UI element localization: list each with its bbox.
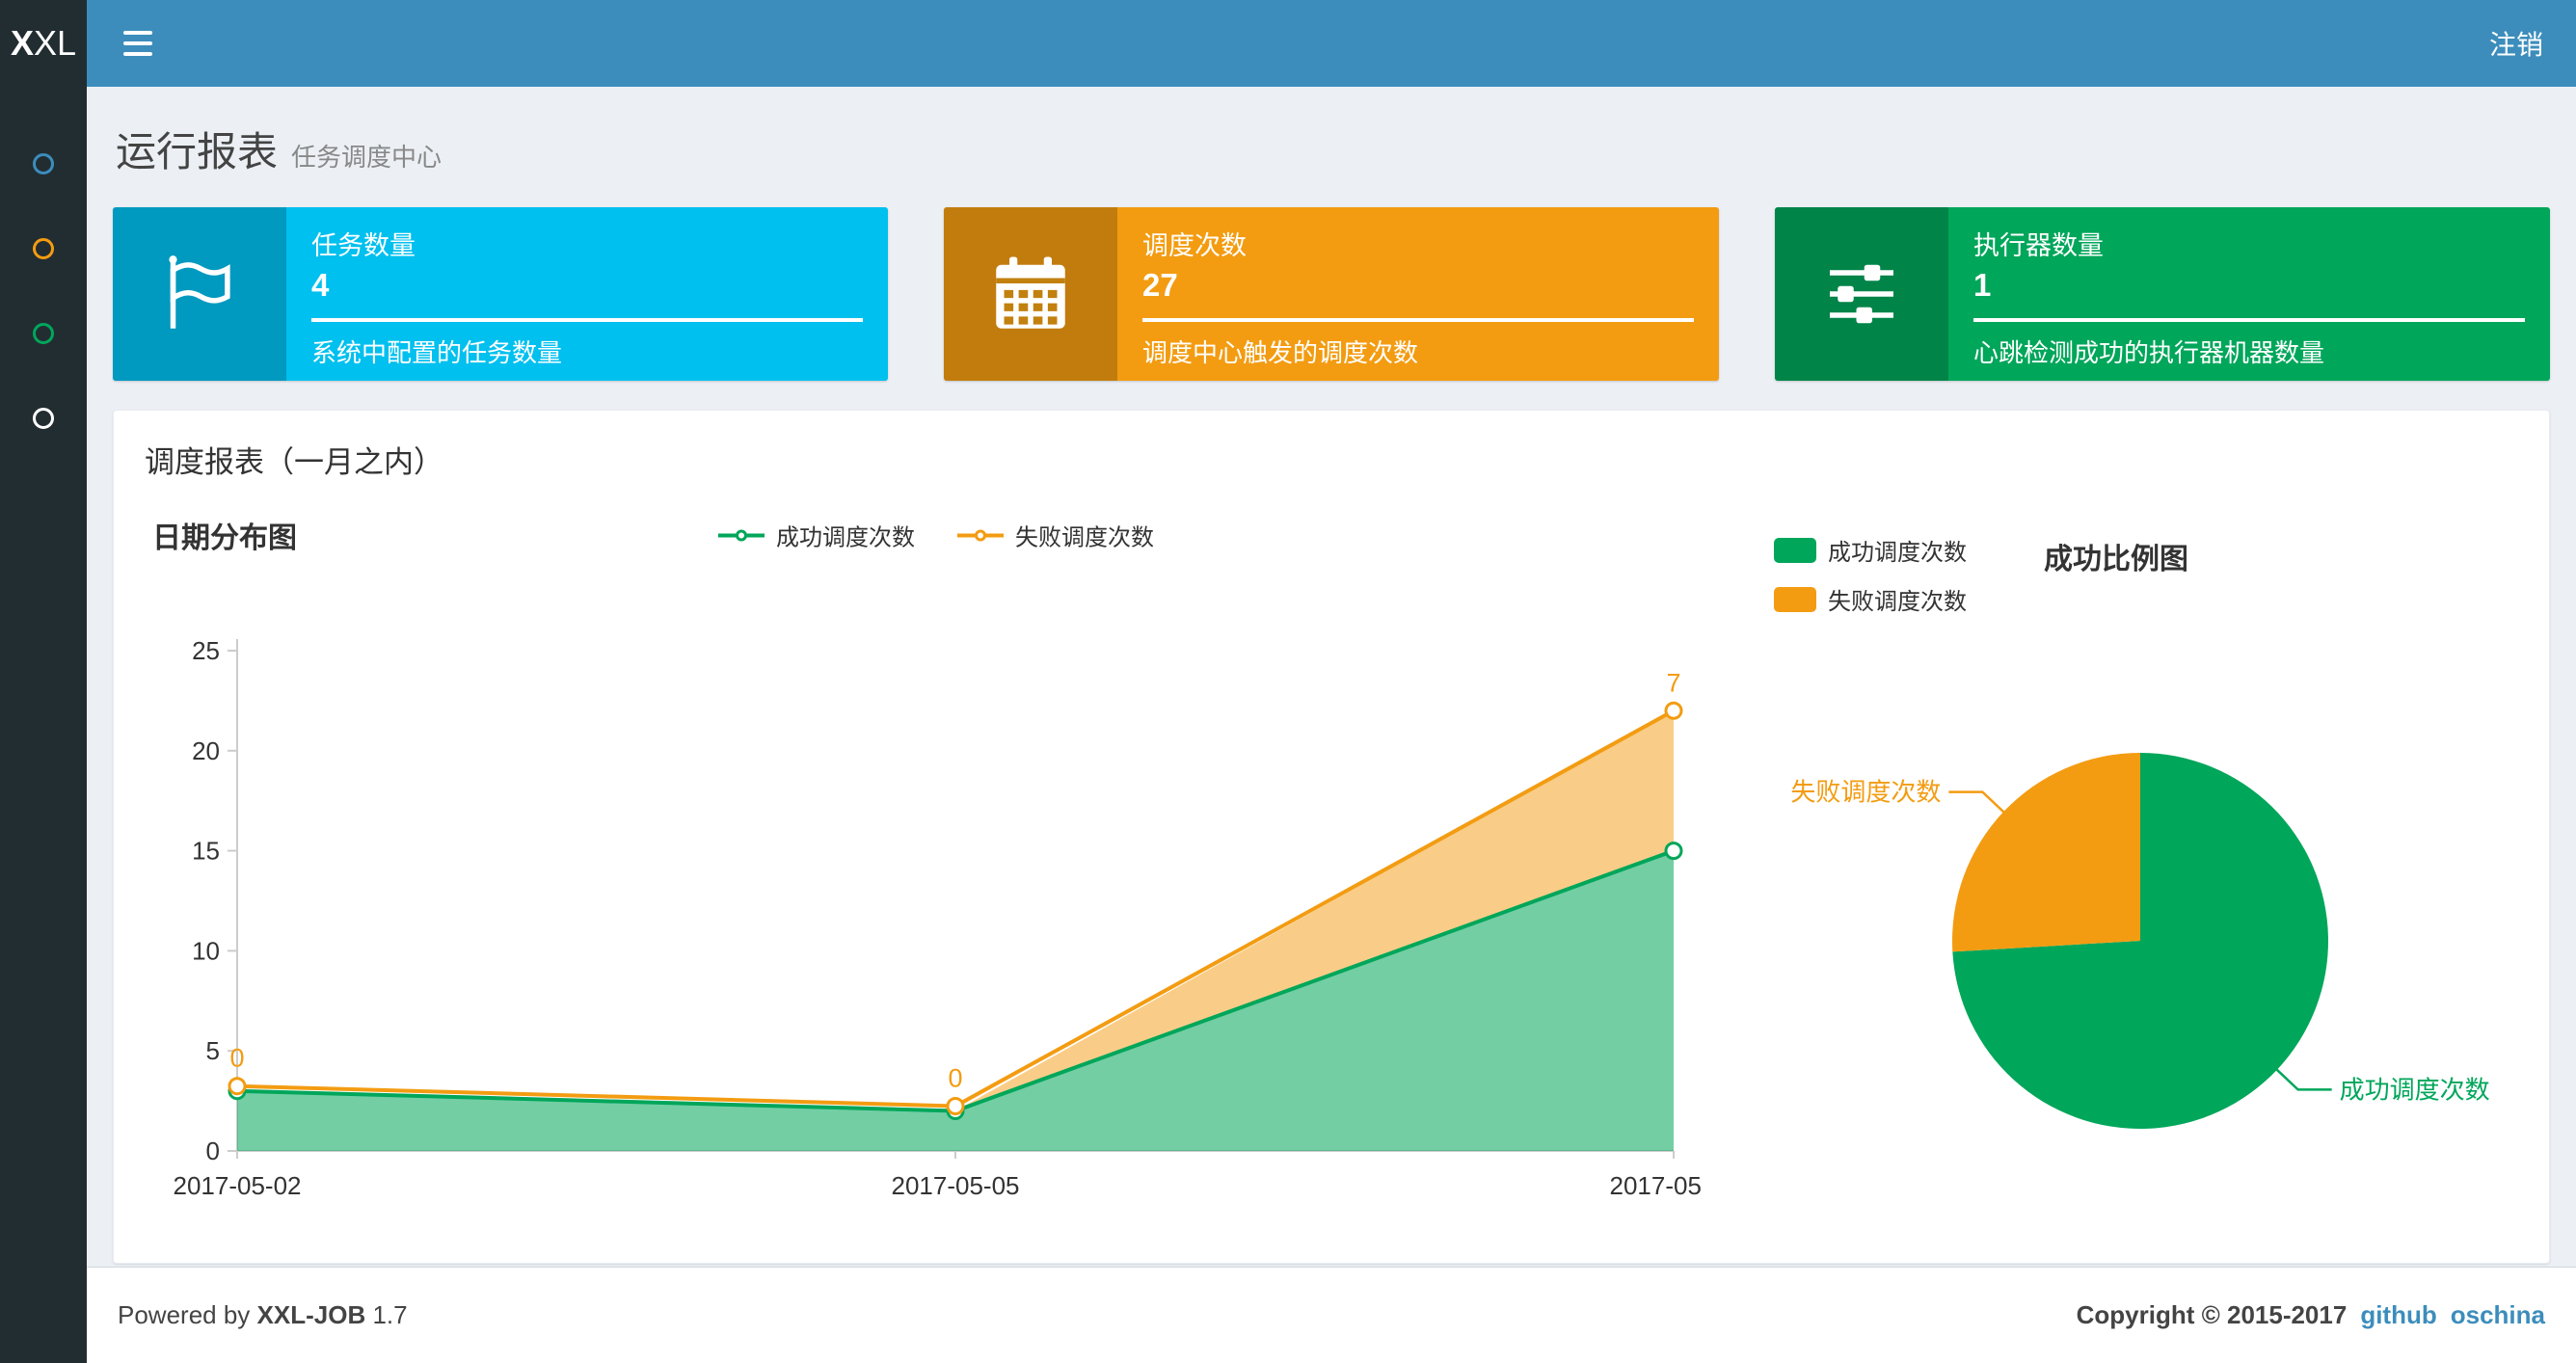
svg-text:2017-05-02: 2017-05-02	[174, 1171, 302, 1200]
info-box-content: 调度次数 27 调度中心触发的调度次数	[1117, 207, 1719, 381]
calendar-icon	[944, 207, 1117, 381]
date-distribution-chart: 05101520252017-05-022017-05-052017-05-08…	[174, 636, 1738, 1200]
legend-swatch	[1774, 537, 1816, 563]
product-name: XXL-JOB	[256, 1300, 366, 1329]
oschina-link[interactable]: oschina	[2451, 1300, 2545, 1330]
progress-bar-fill	[1973, 318, 2525, 322]
progress-bar	[1973, 318, 2525, 322]
svg-text:0: 0	[229, 1044, 244, 1073]
panel-body: 日期分布图 成功调度次数 失败调度次数 0 5 10 15 20 25 2017…	[114, 487, 2549, 1249]
legend-label: 失败调度次数	[1015, 524, 1154, 551]
progress-bar	[311, 318, 863, 322]
summary-boxes-row: 任务数量 4 系统中配置的任务数量 调度次数 27 调度中心触发的调度次数 执行…	[87, 207, 2576, 381]
powered-prefix: Powered by	[118, 1300, 251, 1329]
progress-bar	[1142, 318, 1694, 322]
info-box-triggers: 调度次数 27 调度中心触发的调度次数	[944, 207, 1719, 381]
svg-text:7: 7	[1666, 668, 1680, 697]
app-logo-bold: X	[10, 23, 34, 63]
svg-text:20: 20	[192, 736, 220, 765]
info-box-tasks: 任务数量 4 系统中配置的任务数量	[113, 207, 888, 381]
progress-bar-fill	[311, 318, 863, 322]
legend-label: 成功调度次数	[776, 524, 915, 551]
hamburger-bar	[123, 52, 152, 56]
success-ratio-section: 成功调度次数 失败调度次数 成功比例图 成功调度次数 失败调度次数	[1764, 496, 2497, 1240]
panel-title: 调度报表（一月之内）	[145, 445, 443, 479]
legend-label: 失败调度次数	[1828, 589, 1967, 615]
line-chart-legend: 成功调度次数 失败调度次数	[718, 519, 1154, 552]
flag-icon	[113, 207, 286, 381]
legend-label: 成功调度次数	[1828, 540, 1967, 566]
info-box-content: 任务数量 4 系统中配置的任务数量	[286, 207, 888, 381]
sliders-icon	[1775, 207, 1948, 381]
circle-icon	[33, 238, 54, 259]
info-box-number: 1	[1973, 267, 1992, 303]
info-box-executors: 执行器数量 1 心跳检测成功的执行器机器数量	[1775, 207, 2550, 381]
progress-bar-fill	[1142, 318, 1694, 322]
product-version: 1.7	[372, 1300, 408, 1329]
info-box-title: 执行器数量	[1973, 231, 2104, 260]
legend-swatch	[1774, 586, 1816, 612]
info-box-description: 调度中心触发的调度次数	[1142, 338, 1419, 367]
logout-link[interactable]: 注销	[2489, 24, 2543, 63]
svg-text:失败调度次数: 失败调度次数	[1790, 778, 1941, 807]
footer-copyright: Copyright © 2015-2017 github oschina	[2077, 1300, 2545, 1330]
content-area: 运行报表 任务调度中心 任务数量 4 系统中配置的任务数量 调度次数 27 调度…	[87, 87, 2576, 1267]
app-logo[interactable]: X XL	[0, 0, 87, 87]
circle-icon	[33, 408, 54, 429]
legend-item-fail[interactable]: 失败调度次数	[1774, 582, 1967, 616]
info-box-number: 27	[1142, 267, 1178, 303]
svg-text:15: 15	[192, 837, 220, 866]
sidebar-item-4[interactable]	[0, 376, 87, 461]
svg-text:5: 5	[206, 1036, 220, 1065]
copyright-text: Copyright © 2015-2017	[2076, 1300, 2348, 1329]
line-chart-title: 日期分布图	[152, 522, 297, 554]
footer: Powered by XXL-JOB 1.7 Copyright © 2015-…	[87, 1267, 2576, 1363]
page-subtitle: 任务调度中心	[291, 143, 443, 172]
sidebar-item-1[interactable]	[0, 121, 87, 206]
success-ratio-pie-chart: 成功调度次数 失败调度次数	[1790, 753, 2490, 1129]
svg-text:成功调度次数: 成功调度次数	[2340, 1075, 2490, 1104]
report-panel: 调度报表（一月之内） 日期分布图 成功调度次数 失败调度次数 0 5 10 15…	[113, 410, 2550, 1264]
svg-text:2017-05-08: 2017-05-08	[1610, 1171, 1704, 1200]
svg-text:0: 0	[948, 1063, 962, 1092]
sidebar-item-3[interactable]	[0, 291, 87, 376]
navbar-main: 注销	[87, 0, 2576, 87]
line-legend-marker	[718, 526, 765, 544]
svg-text:2017-05-05: 2017-05-05	[892, 1171, 1020, 1200]
info-box-description: 心跳检测成功的执行器机器数量	[1973, 338, 2325, 367]
info-box-content: 执行器数量 1 心跳检测成功的执行器机器数量	[1948, 207, 2550, 381]
footer-powered-by: Powered by XXL-JOB 1.7	[118, 1300, 408, 1330]
svg-text:10: 10	[192, 936, 220, 965]
info-box-number: 4	[311, 267, 330, 303]
circle-icon	[33, 153, 54, 174]
hamburger-bar	[123, 31, 152, 35]
legend-item-success[interactable]: 成功调度次数	[1774, 533, 1967, 567]
page-title: 运行报表	[116, 129, 279, 174]
sidebar-menu	[0, 87, 87, 461]
pie-chart-title: 成功比例图	[2044, 544, 2188, 575]
svg-text:0: 0	[206, 1136, 220, 1165]
line-legend-marker	[957, 526, 1004, 544]
sidebar	[0, 87, 87, 1363]
legend-item-success[interactable]: 成功调度次数	[718, 519, 915, 552]
info-box-title: 调度次数	[1142, 231, 1247, 260]
hamburger-bar	[123, 41, 152, 45]
info-box-title: 任务数量	[311, 231, 416, 260]
page-header: 运行报表 任务调度中心	[87, 87, 2576, 207]
pie-chart-legend: 成功调度次数 失败调度次数	[1774, 533, 1967, 631]
app-logo-rest: XL	[33, 23, 77, 63]
legend-item-fail[interactable]: 失败调度次数	[957, 519, 1154, 552]
circle-icon	[33, 323, 54, 344]
sidebar-item-2[interactable]	[0, 206, 87, 291]
top-navbar: X XL 注销	[0, 0, 2576, 87]
info-box-description: 系统中配置的任务数量	[311, 338, 563, 367]
date-distribution-section: 日期分布图 成功调度次数 失败调度次数 0 5 10 15 20 25 2017…	[141, 496, 1738, 1240]
sidebar-toggle-icon[interactable]	[112, 19, 164, 67]
chart-header: 日期分布图 成功调度次数 失败调度次数	[141, 506, 1731, 564]
github-link[interactable]: github	[2360, 1300, 2436, 1330]
svg-text:25: 25	[192, 636, 220, 665]
